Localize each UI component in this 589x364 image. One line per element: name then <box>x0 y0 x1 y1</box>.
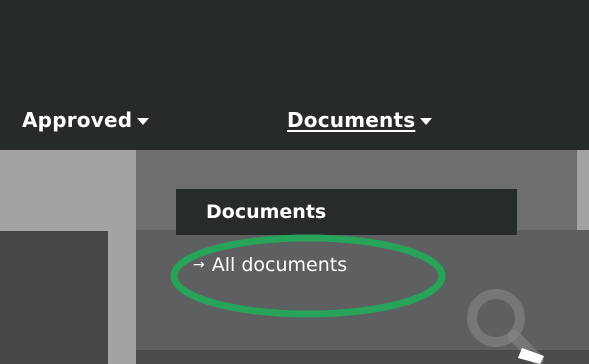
top-navigation-bar: Approved Documents <box>0 0 589 150</box>
nav-approved-menu[interactable]: Approved <box>22 108 150 132</box>
right-edge-divider <box>577 150 589 230</box>
caret-down-icon <box>137 117 150 125</box>
arrow-right-icon: → <box>193 257 205 273</box>
left-content-panel <box>0 231 108 364</box>
nav-documents-menu[interactable]: Documents <box>287 108 433 132</box>
dropdown-heading: Documents <box>176 189 517 235</box>
menu-item-label: All documents <box>211 254 348 276</box>
search-icon <box>467 289 544 364</box>
nav-approved-label: Approved <box>22 108 133 132</box>
caret-down-icon <box>420 117 433 125</box>
page: Approved Documents Documents → All docum… <box>0 0 589 364</box>
nav-documents-label: Documents <box>287 108 416 132</box>
menu-item-all-documents[interactable]: → All documents <box>193 254 347 276</box>
